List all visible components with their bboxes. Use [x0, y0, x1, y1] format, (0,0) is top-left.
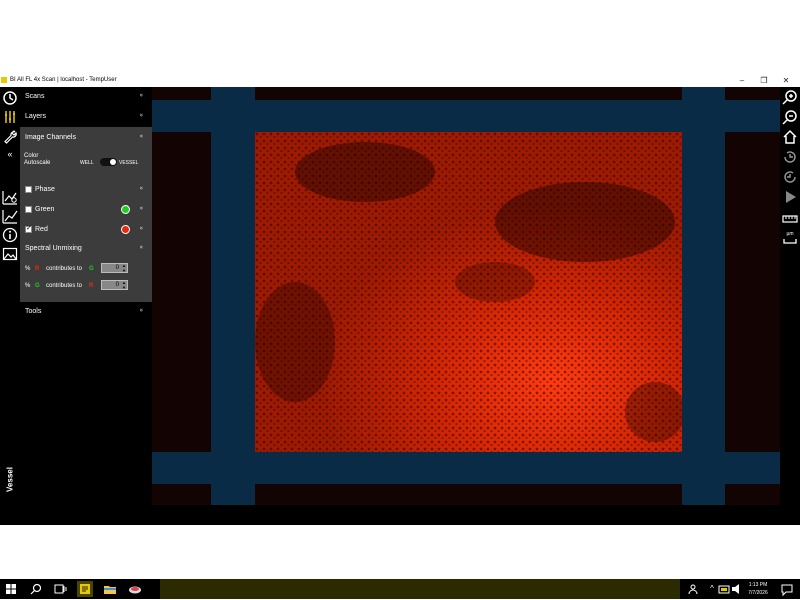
- history-back-icon[interactable]: [782, 169, 798, 185]
- ruler-icon[interactable]: [782, 211, 798, 227]
- image-channels-title: Image Channels: [25, 134, 76, 141]
- channel-row-phase[interactable]: Phase »: [20, 183, 152, 197]
- image-channels-header[interactable]: Image Channels «: [20, 129, 152, 146]
- layers-icon[interactable]: [2, 109, 18, 125]
- stepper-value: 0: [115, 282, 119, 288]
- red-checkbox[interactable]: [25, 224, 32, 233]
- image-icon[interactable]: [2, 246, 18, 262]
- chevron-down-icon: »: [137, 308, 144, 312]
- history-forward-icon[interactable]: [782, 149, 798, 165]
- scale-bar-icon[interactable]: µm: [782, 231, 798, 247]
- autoscale-vessel-option[interactable]: VESSEL: [119, 160, 138, 166]
- plate-divider-vertical: [211, 87, 255, 505]
- autoscale-toggle[interactable]: [100, 158, 117, 166]
- left-icon-bar: « Vessel: [0, 87, 20, 525]
- title-bar: BI All FL 4x Scan | localhost - TempUser…: [0, 74, 800, 87]
- taskbar-app-strip: [160, 579, 680, 599]
- chevron-down-icon: »: [137, 206, 144, 210]
- chevron-up-icon: «: [137, 245, 144, 249]
- task-view-icon[interactable]: [52, 581, 68, 597]
- channel-label: Phase: [35, 186, 55, 193]
- zoom-out-icon[interactable]: [782, 109, 798, 125]
- clock-date: 7/7/2026: [748, 590, 768, 596]
- channel-label: Green: [35, 206, 55, 213]
- taskbar: ^ 1:13 PM 7/7/2026: [0, 579, 800, 599]
- channel-row-green[interactable]: Green »: [20, 203, 152, 217]
- spectral-unmixing-header[interactable]: Spectral Unmixing «: [20, 240, 152, 257]
- clock-time: 1:13 PM: [748, 582, 768, 588]
- file-explorer-icon[interactable]: [102, 581, 118, 597]
- chevron-down-icon: »: [137, 226, 144, 230]
- app-icon[interactable]: [127, 581, 143, 597]
- chart-icon[interactable]: [2, 208, 18, 224]
- contributes-label: contributes to: [46, 283, 83, 289]
- stepper-arrows-icon[interactable]: ▲ ▼: [122, 280, 126, 290]
- unmix-row-g-to-r: % G contributes to R 0 ▲ ▼: [20, 279, 152, 293]
- menu-layers[interactable]: Layers »: [20, 108, 152, 125]
- chevron-down-icon: »: [137, 186, 144, 190]
- chart-settings-icon[interactable]: [2, 189, 18, 205]
- spectral-unmixing-title: Spectral Unmixing: [25, 245, 82, 252]
- image-channels-panel: Image Channels « Color Autoscale WELL VE…: [20, 127, 152, 302]
- contributes-label: contributes to: [46, 266, 83, 272]
- windows-start-icon[interactable]: [3, 581, 19, 597]
- minimize-button[interactable]: –: [736, 75, 748, 86]
- chevron-up-icon: «: [137, 134, 144, 138]
- red-color-dot[interactable]: [121, 225, 130, 234]
- app-active-icon[interactable]: [77, 581, 93, 597]
- app-logo-icon: [1, 77, 7, 83]
- application-window: BI All FL 4x Scan | localhost - TempUser…: [0, 74, 800, 599]
- window-title: BI All FL 4x Scan | localhost - TempUser: [10, 77, 117, 83]
- maximize-button[interactable]: ❐: [758, 75, 770, 86]
- green-checkbox[interactable]: [25, 206, 32, 213]
- system-clock[interactable]: 1:13 PM 7/7/2026: [742, 581, 774, 597]
- autoscale-well-option[interactable]: WELL: [80, 160, 94, 166]
- stepper-value: 0: [115, 265, 119, 271]
- phase-checkbox[interactable]: [25, 186, 32, 193]
- channel-row-red[interactable]: Red »: [20, 223, 152, 237]
- unmix-row-r-to-g: % R contributes to G 0 ▲ ▼: [20, 262, 152, 276]
- percent-label: %: [25, 283, 31, 289]
- green-color-dot[interactable]: [121, 205, 130, 214]
- search-icon[interactable]: [28, 581, 44, 597]
- chevron-down-icon: »: [137, 93, 144, 97]
- info-icon[interactable]: [2, 227, 18, 243]
- from-channel: G: [35, 283, 40, 289]
- menu-tools[interactable]: Tools »: [20, 303, 152, 320]
- to-channel: R: [89, 283, 94, 289]
- zoom-in-icon[interactable]: [782, 89, 798, 105]
- g-to-r-stepper[interactable]: 0 ▲ ▼: [101, 280, 128, 290]
- to-channel: G: [89, 266, 94, 272]
- wrench-icon[interactable]: [2, 129, 18, 145]
- side-panel: Scans » Layers » Image Channels « Color …: [20, 87, 152, 525]
- from-channel: R: [35, 266, 40, 272]
- collapse-icon[interactable]: «: [2, 149, 18, 165]
- menu-scans[interactable]: Scans »: [20, 88, 152, 105]
- vessel-viewer[interactable]: [152, 87, 780, 505]
- menu-layers-label: Layers: [25, 113, 47, 120]
- home-icon[interactable]: [782, 129, 798, 145]
- vessel-label: Vessel: [5, 467, 15, 492]
- plate-divider-vertical: [682, 87, 725, 505]
- close-button[interactable]: ✕: [780, 75, 792, 86]
- notifications-icon[interactable]: [779, 581, 795, 597]
- menu-tools-label: Tools: [25, 308, 42, 315]
- fluorescence-image[interactable]: [255, 132, 682, 452]
- color-autoscale-label: Color Autoscale: [24, 153, 51, 166]
- chevron-down-icon: »: [137, 113, 144, 117]
- stepper-arrows-icon[interactable]: ▲ ▼: [122, 263, 126, 273]
- clock-icon[interactable]: [2, 90, 18, 106]
- right-toolbar: µm: [780, 87, 800, 505]
- screen: BI All FL 4x Scan | localhost - TempUser…: [0, 0, 800, 600]
- r-to-g-stepper[interactable]: 0 ▲ ▼: [101, 263, 128, 273]
- people-icon[interactable]: [686, 581, 702, 597]
- play-icon[interactable]: [782, 189, 798, 205]
- menu-scans-label: Scans: [25, 93, 45, 100]
- channel-label: Red: [35, 226, 48, 233]
- percent-label: %: [25, 266, 31, 272]
